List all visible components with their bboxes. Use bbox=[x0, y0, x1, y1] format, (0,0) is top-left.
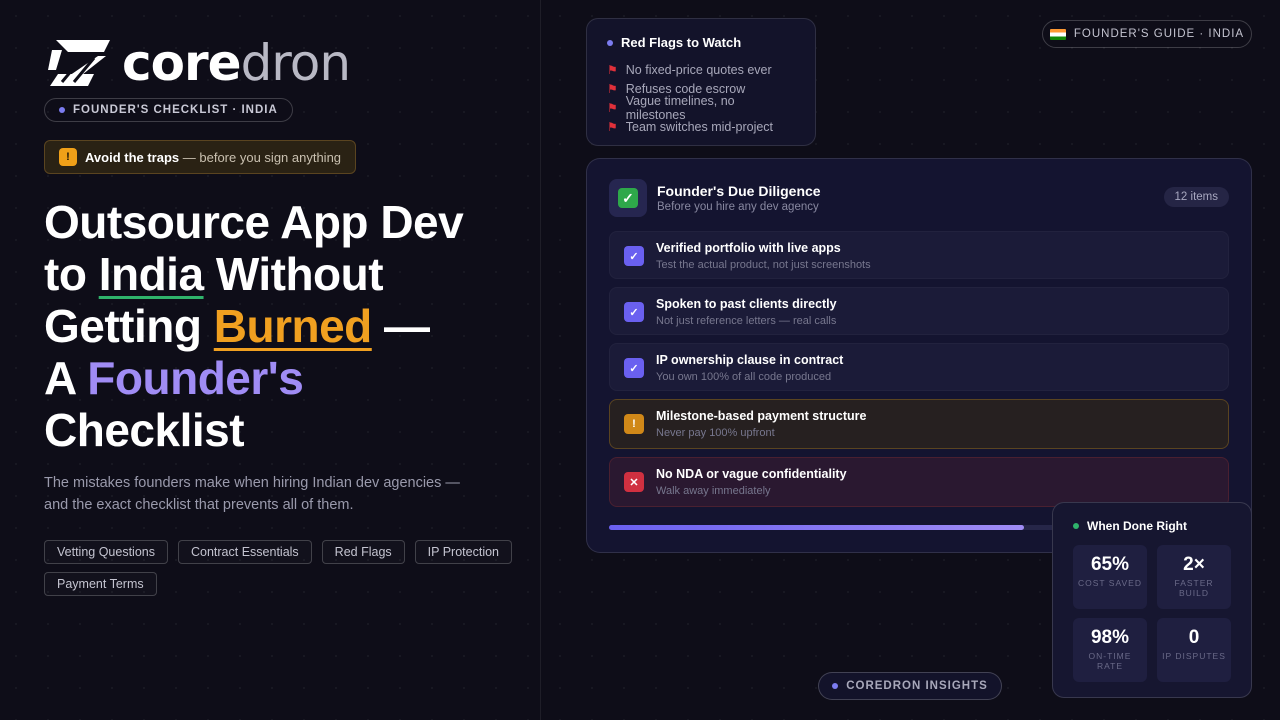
results-title: When Done Right bbox=[1087, 519, 1187, 533]
check-icon: ✓ bbox=[624, 246, 644, 266]
india-flag-icon bbox=[1049, 28, 1066, 40]
checklist-item-subtitle: Test the actual product, not just screen… bbox=[656, 259, 871, 271]
tag-vetting-questions[interactable]: Vetting Questions bbox=[44, 540, 168, 564]
checklist-item[interactable]: ✓ IP ownership clause in contract You ow… bbox=[609, 343, 1229, 391]
checklist-pill-label: FOUNDER'S CHECKLIST · INDIA bbox=[73, 104, 278, 116]
red-flag-item: ⚑ Vague timelines, no milestones bbox=[607, 94, 795, 122]
logo-mark-icon bbox=[48, 40, 110, 86]
checklist-item[interactable]: ✓ Verified portfolio with live apps Test… bbox=[609, 231, 1229, 279]
stat-faster-build: 2× FASTER BUILD bbox=[1157, 545, 1231, 609]
stat-on-time-rate: 98% ON-TIME RATE bbox=[1073, 618, 1147, 682]
headline-line-2-pre: to bbox=[44, 248, 99, 300]
headline-founder: Founder's bbox=[87, 352, 304, 404]
headline-india: India bbox=[98, 248, 204, 300]
page-title: Outsource App Dev to India Without Getti… bbox=[44, 196, 524, 456]
checklist-item-title: Spoken to past clients directly bbox=[656, 297, 837, 311]
logo-core: core bbox=[122, 34, 242, 92]
headline-line-5: Checklist bbox=[44, 404, 245, 456]
guide-pill-label: FOUNDER'S GUIDE · INDIA bbox=[1073, 28, 1245, 40]
red-flag-icon: ⚑ bbox=[607, 81, 618, 96]
check-icon: ✓ bbox=[624, 358, 644, 378]
checklist-item[interactable]: ✓ Spoken to past clients directly Not ju… bbox=[609, 287, 1229, 335]
subtitle: The mistakes founders make when hiring I… bbox=[44, 475, 460, 513]
stat-value: 2× bbox=[1183, 554, 1205, 575]
results-header: When Done Right bbox=[1073, 519, 1231, 533]
stat-value: 98% bbox=[1090, 627, 1130, 648]
checklist-item-title: Milestone-based payment structure bbox=[656, 409, 867, 423]
stat-label: FASTER BUILD bbox=[1174, 578, 1214, 598]
tag-red-flags[interactable]: Red Flags bbox=[321, 540, 405, 564]
coredron-logo: coredron bbox=[48, 36, 351, 90]
red-flag-item: ⚑ No fixed-price quotes ever bbox=[607, 60, 795, 79]
red-flag-item: ⚑ Team switches mid-project bbox=[607, 117, 795, 136]
red-flags-header: Red Flags to Watch bbox=[607, 35, 795, 50]
red-flag-text: Vague timelines, no milestones bbox=[625, 93, 735, 122]
headline-line-4-pre: A bbox=[44, 352, 88, 404]
coredron-insights-pill: COREDRON INSIGHTS bbox=[818, 672, 1002, 700]
headline-line-3-pre: Getting bbox=[44, 300, 214, 352]
checklist-item-title: Verified portfolio with live apps bbox=[656, 241, 841, 255]
bullet-dot-icon bbox=[59, 107, 65, 113]
tag-contract-essentials[interactable]: Contract Essentials bbox=[177, 540, 312, 564]
check-icon: ✓ bbox=[624, 302, 644, 322]
due-diligence-title: Founder's Due Diligence bbox=[657, 183, 821, 199]
bullet-dot-icon bbox=[607, 39, 613, 46]
red-flags-card: Red Flags to Watch ⚑ No fixed-price quote… bbox=[586, 18, 816, 146]
checklist-item-subtitle: Walk away immediately bbox=[656, 485, 771, 497]
checklist-item-title: No NDA or vague confidentiality bbox=[656, 467, 847, 481]
founders-guide-pill: FOUNDER'S GUIDE · INDIA bbox=[1042, 20, 1252, 48]
red-flag-text: No fixed-price quotes ever bbox=[625, 62, 772, 77]
red-flag-icon: ⚑ bbox=[607, 119, 618, 134]
red-flag-text: Team switches mid-project bbox=[625, 119, 774, 134]
red-flag-icon: ⚑ bbox=[607, 100, 618, 115]
due-diligence-subtitle: Before you hire any dev agency bbox=[657, 201, 819, 213]
checklist-icon-box: ✓ bbox=[609, 179, 647, 217]
checklist-item-danger[interactable]: ✕ No NDA or vague confidentiality Walk a… bbox=[609, 457, 1229, 507]
progress-bar-fill bbox=[609, 525, 1025, 530]
warning-strong: Avoid the traps bbox=[85, 149, 180, 165]
red-flags-title: Red Flags to Watch bbox=[621, 35, 742, 50]
headline-line-1: Outsource App Dev bbox=[44, 196, 464, 248]
checklist-item-subtitle: Not just reference letters — real calls bbox=[656, 315, 837, 327]
warning-icon: ! bbox=[59, 148, 77, 166]
items-count-badge: 12 items bbox=[1163, 187, 1229, 207]
tag-payment-terms[interactable]: Payment Terms bbox=[44, 572, 157, 596]
stat-label: IP DISPUTES bbox=[1162, 651, 1226, 661]
red-flag-icon: ⚑ bbox=[607, 62, 618, 77]
stat-label: ON-TIME RATE bbox=[1088, 651, 1132, 671]
checklist-pill: FOUNDER'S CHECKLIST · INDIA bbox=[44, 98, 293, 122]
insights-pill-label: COREDRON INSIGHTS bbox=[846, 680, 988, 692]
stat-label: COST SAVED bbox=[1077, 578, 1142, 588]
due-diligence-card: ✓ Founder's Due Diligence Before you hir… bbox=[586, 158, 1252, 553]
status-dot-icon bbox=[1073, 523, 1079, 529]
stat-cost-saved: 65% COST SAVED bbox=[1073, 545, 1147, 609]
checklist-item-subtitle: You own 100% of all code produced bbox=[656, 371, 832, 383]
bullet-dot-icon bbox=[832, 683, 839, 689]
headline-burned: Burned bbox=[213, 300, 373, 352]
panel-divider bbox=[540, 0, 541, 720]
close-icon: ✕ bbox=[624, 472, 644, 492]
stat-value: 0 bbox=[1188, 627, 1200, 648]
logo-dron: dron bbox=[240, 34, 351, 92]
warning-banner: ! Avoid the traps — before you sign anyt… bbox=[44, 140, 357, 174]
warning-icon: ! bbox=[624, 414, 644, 434]
headline-line-3-post: — bbox=[371, 300, 430, 352]
tag-ip-protection[interactable]: IP Protection bbox=[414, 540, 512, 564]
checklist-item-warning[interactable]: ! Milestone-based payment structure Neve… bbox=[609, 399, 1229, 449]
checklist-item-title: IP ownership clause in contract bbox=[656, 353, 844, 367]
stat-value: 65% bbox=[1090, 554, 1130, 575]
check-mark-icon: ✓ bbox=[618, 188, 638, 208]
stat-ip-disputes: 0 IP DISPUTES bbox=[1157, 618, 1231, 682]
checklist-item-subtitle: Never pay 100% upfront bbox=[656, 427, 775, 439]
topic-tags: Vetting Questions Contract Essentials Re… bbox=[44, 540, 514, 596]
warning-rest: — before you sign anything bbox=[179, 149, 342, 165]
headline-line-2-post: Without bbox=[203, 248, 384, 300]
results-card: When Done Right 65% COST SAVED 2× FASTER… bbox=[1052, 502, 1252, 698]
logo-wordmark: coredron bbox=[122, 38, 351, 88]
